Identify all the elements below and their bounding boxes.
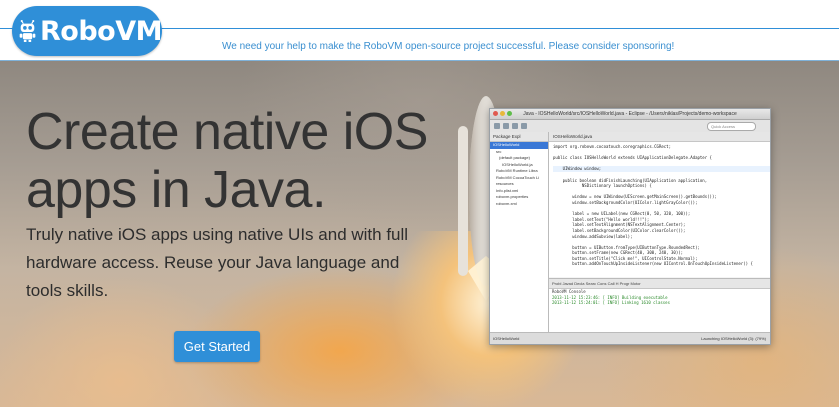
- headline-line-2: apps in Java.: [26, 161, 326, 219]
- ide-window-title: Java - IOSHelloWorld/src/IOSHelloWorld.j…: [523, 111, 737, 117]
- quick-access-field: Quick Access: [707, 122, 756, 131]
- robot-logo-icon: [19, 20, 36, 42]
- get-started-button[interactable]: Get Started: [174, 331, 260, 362]
- console-panel: Probl Javad Decla Searc Cons Call H Prog…: [549, 278, 770, 333]
- brand-name: RoboVM: [40, 15, 162, 47]
- ide-status-bar: IOSHelloWorld Launching IOSHelloWorld (3…: [490, 332, 770, 344]
- hero-headline: Create native iOS apps in Java.: [26, 103, 428, 219]
- code-line: UIWindow window;: [553, 166, 766, 172]
- top-banner: RoboVM We need your help to make the Rob…: [0, 0, 839, 61]
- code-content: import org.robovm.cocoatouch.coregraphic…: [549, 142, 770, 269]
- tree-node: robovm.xml: [496, 200, 517, 206]
- code-editor: IOSHelloWorld.java import org.robovm.coc…: [549, 132, 770, 277]
- console-line: 2013-11-12 15:24:01: [ INFO] Linking 161…: [552, 300, 671, 305]
- hero-tagline: Truly native iOS apps using native UIs a…: [26, 225, 409, 300]
- headline-line-1: Create native iOS: [26, 103, 428, 161]
- save-icon: [503, 123, 509, 129]
- status-left: IOSHelloWorld: [493, 336, 520, 341]
- package-explorer-header: Package Expl: [490, 132, 548, 142]
- run-icon: [512, 123, 518, 129]
- editor-tab: IOSHelloWorld.java: [549, 132, 770, 142]
- new-icon: [494, 123, 500, 129]
- code-line: UILabel label;: [766, 166, 770, 172]
- ide-title-bar: Java - IOSHelloWorld/src/IOSHelloWorld.j…: [490, 109, 770, 120]
- console-tabs: Probl Javad Decla Searc Cons Call H Prog…: [549, 279, 770, 289]
- code-line: button.addOnTouchUpInsideListener(new UI…: [553, 261, 753, 267]
- eclipse-ide-screenshot: Java - IOSHelloWorld/src/IOSHelloWorld.j…: [489, 108, 771, 345]
- window-controls: [493, 111, 512, 116]
- package-explorer: Package Expl IOSHelloWorld src (default …: [490, 132, 549, 332]
- sponsor-message-link[interactable]: We need your help to make the RoboVM ope…: [222, 41, 674, 52]
- status-right: Launching IOSHelloWorld (3): (79%): [701, 336, 766, 341]
- debug-icon: [521, 123, 527, 129]
- hero-section: Create native iOS apps in Java. Truly na…: [0, 61, 839, 407]
- robovm-logo[interactable]: RoboVM: [12, 6, 162, 56]
